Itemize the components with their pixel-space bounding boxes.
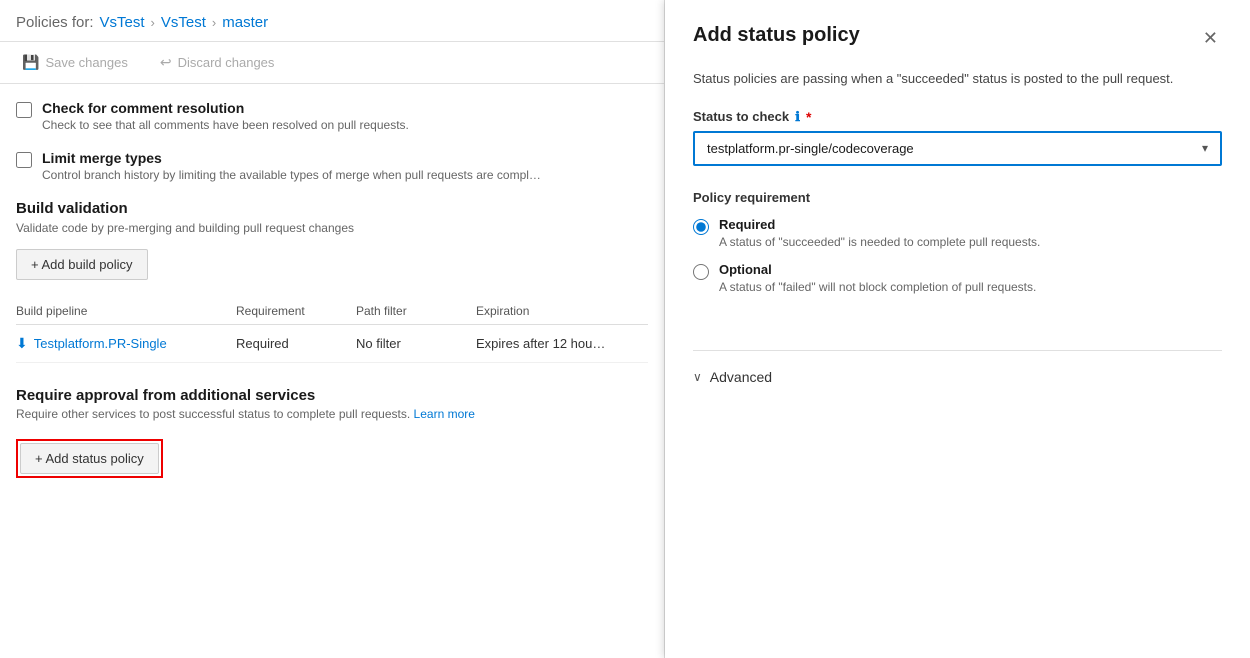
drawer-description: Status policies are passing when a "succ… xyxy=(693,69,1222,89)
drawer-title: Add status policy xyxy=(693,24,860,47)
required-option-title: Required xyxy=(719,217,1040,232)
chevron-right-icon: ∨ xyxy=(693,370,702,384)
add-status-policy-button[interactable]: + Add status policy xyxy=(20,443,159,474)
breadcrumb-sep1: › xyxy=(151,15,155,30)
limit-merge-desc: Control branch history by limiting the a… xyxy=(42,168,541,182)
table-header: Build pipeline Requirement Path filter E… xyxy=(16,298,648,325)
limit-merge-policy: Limit merge types Control branch history… xyxy=(16,150,648,182)
required-option-desc: A status of "succeeded" is needed to com… xyxy=(719,234,1040,251)
advanced-label: Advanced xyxy=(710,369,772,385)
optional-option-title: Optional xyxy=(719,262,1036,277)
path-filter-cell: No filter xyxy=(356,336,476,351)
discard-label: Discard changes xyxy=(178,55,275,70)
add-status-policy-drawer: Add status policy ✕ Status policies are … xyxy=(665,0,1250,658)
comment-resolution-title: Check for comment resolution xyxy=(42,100,409,116)
require-approval-title: Require approval from additional service… xyxy=(16,387,648,404)
comment-resolution-checkbox[interactable] xyxy=(16,102,32,118)
build-validation-desc: Validate code by pre-merging and buildin… xyxy=(16,221,648,235)
col-path-filter: Path filter xyxy=(356,304,476,318)
optional-radio[interactable] xyxy=(693,264,709,280)
policy-requirement-title: Policy requirement xyxy=(693,190,1222,205)
require-approval-section: Require approval from additional service… xyxy=(16,387,648,478)
left-panel: Policies for: VsTest › VsTest › master 💾… xyxy=(0,0,665,658)
content-area: Check for comment resolution Check to se… xyxy=(0,84,664,658)
status-to-check-value: testplatform.pr-single/codecoverage xyxy=(707,141,914,156)
save-changes-button[interactable]: 💾 Save changes xyxy=(16,50,134,75)
add-status-label: + Add status policy xyxy=(35,451,144,466)
required-radio[interactable] xyxy=(693,219,709,235)
build-pipeline-table: Build pipeline Requirement Path filter E… xyxy=(16,298,648,363)
save-label: Save changes xyxy=(45,55,127,70)
policy-requirement-section: Policy requirement Required A status of … xyxy=(693,190,1222,309)
add-build-label: + Add build policy xyxy=(31,257,133,272)
build-validation-section: Build validation Validate code by pre-me… xyxy=(16,200,648,363)
add-build-policy-button[interactable]: + Add build policy xyxy=(16,249,148,280)
breadcrumb-branch[interactable]: master xyxy=(222,14,268,31)
breadcrumb-repo[interactable]: VsTest xyxy=(161,14,206,31)
breadcrumb-sep2: › xyxy=(212,15,216,30)
table-row: ⬇ Testplatform.PR-Single Required No fil… xyxy=(16,325,648,363)
close-drawer-button[interactable]: ✕ xyxy=(1199,24,1222,53)
limit-merge-checkbox[interactable] xyxy=(16,152,32,168)
optional-option: Optional A status of "failed" will not b… xyxy=(693,262,1222,296)
discard-icon: ↩ xyxy=(160,54,172,71)
col-requirement: Requirement xyxy=(236,304,356,318)
save-icon: 💾 xyxy=(22,54,39,71)
build-validation-title: Build validation xyxy=(16,200,648,217)
info-icon[interactable]: ℹ xyxy=(795,109,800,125)
col-expiration: Expiration xyxy=(476,304,656,318)
require-approval-desc: Require other services to post successfu… xyxy=(16,407,648,421)
add-status-button-wrapper: + Add status policy xyxy=(16,439,163,478)
comment-resolution-policy: Check for comment resolution Check to se… xyxy=(16,100,648,132)
status-to-check-dropdown[interactable]: testplatform.pr-single/codecoverage ▾ xyxy=(693,131,1222,166)
pipeline-name-cell[interactable]: ⬇ Testplatform.PR-Single xyxy=(16,335,236,352)
breadcrumb-org[interactable]: VsTest xyxy=(100,14,145,31)
comment-resolution-desc: Check to see that all comments have been… xyxy=(42,118,409,132)
required-star: * xyxy=(806,109,811,125)
col-pipeline: Build pipeline xyxy=(16,304,236,318)
required-option: Required A status of "succeeded" is need… xyxy=(693,217,1222,251)
pipeline-icon: ⬇ xyxy=(16,335,28,352)
advanced-section[interactable]: ∨ Advanced xyxy=(693,369,1222,385)
divider xyxy=(693,350,1222,351)
expiration-cell: Expires after 12 hou… xyxy=(476,336,656,351)
limit-merge-title: Limit merge types xyxy=(42,150,541,166)
requirement-cell: Required xyxy=(236,336,356,351)
pipeline-name-label: Testplatform.PR-Single xyxy=(34,336,167,351)
chevron-down-icon: ▾ xyxy=(1202,141,1208,155)
toolbar: 💾 Save changes ↩ Discard changes xyxy=(0,42,664,84)
optional-option-desc: A status of "failed" will not block comp… xyxy=(719,279,1036,296)
breadcrumb: Policies for: VsTest › VsTest › master xyxy=(0,0,664,42)
status-to-check-label: Status to check ℹ * xyxy=(693,109,1222,125)
discard-changes-button[interactable]: ↩ Discard changes xyxy=(154,50,281,75)
breadcrumb-label: Policies for: xyxy=(16,14,94,31)
learn-more-link[interactable]: Learn more xyxy=(414,407,475,421)
drawer-header: Add status policy ✕ xyxy=(693,24,1222,53)
